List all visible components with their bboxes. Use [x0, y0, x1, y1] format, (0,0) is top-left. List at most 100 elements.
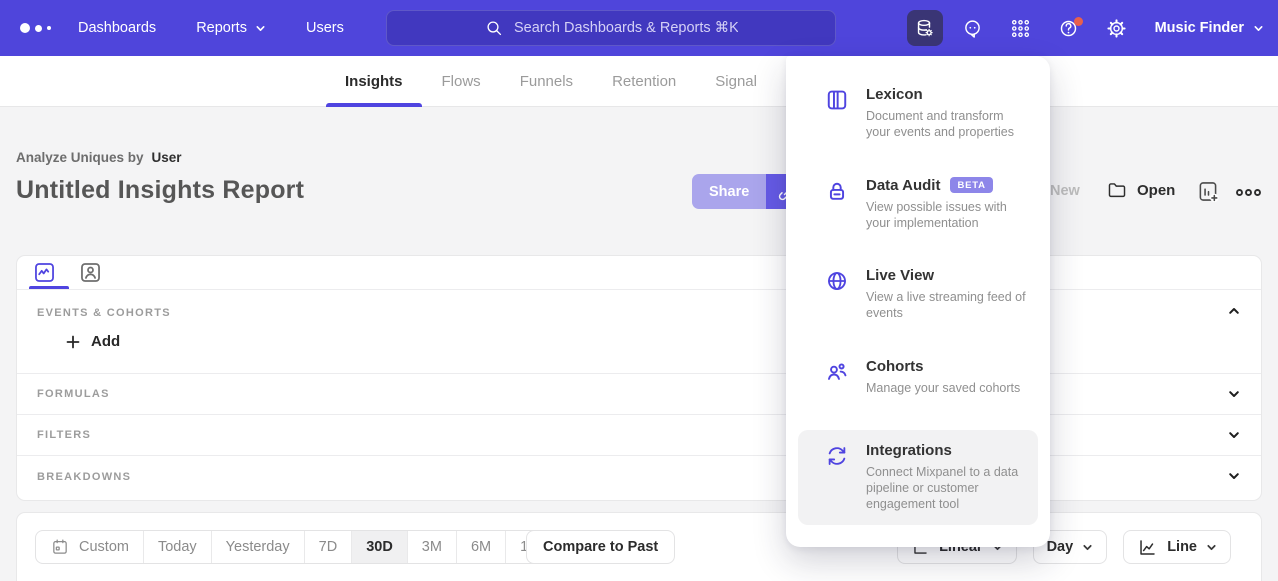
range-3m[interactable]: 3M [407, 531, 456, 563]
chevron-down-icon [1227, 469, 1241, 483]
page-title[interactable]: Untitled Insights Report [16, 176, 304, 205]
section-label: EVENTS & COHORTS [37, 307, 171, 319]
menu-item-title: Cohorts [866, 358, 924, 375]
feedback-button[interactable] [955, 10, 991, 46]
chevron-down-icon [1082, 542, 1093, 553]
nav-link-label: Dashboards [78, 20, 156, 36]
add-event-button[interactable]: Add [65, 333, 120, 350]
analyze-line: Analyze Uniques by User [16, 150, 182, 165]
chevron-down-icon [255, 23, 266, 34]
range-30d[interactable]: 30D [351, 531, 407, 563]
menu-item-cohorts[interactable]: Cohorts Manage your saved cohorts [798, 346, 1038, 408]
tab-signal[interactable]: Signal [715, 56, 757, 107]
globe-icon [824, 268, 850, 294]
menu-item-live-view[interactable]: Live View View a live streaming feed of … [798, 255, 1038, 334]
collapse-section-button[interactable] [1227, 304, 1241, 318]
sync-arrows-icon [824, 443, 850, 469]
ellipsis-icon [1235, 186, 1262, 199]
expand-section-button[interactable] [1227, 387, 1241, 401]
add-label: Add [91, 333, 120, 350]
report-tab-bar: Insights Flows Funnels Retention Signal … [0, 56, 1278, 107]
folder-icon [1106, 179, 1128, 201]
section-breakdowns[interactable]: BREAKDOWNS [17, 456, 1261, 497]
chevron-down-icon [1227, 428, 1241, 442]
compare-label: Compare to Past [543, 539, 658, 555]
tab-metrics-view[interactable] [31, 260, 57, 286]
line-chart-icon [1137, 537, 1158, 558]
nav-link-dashboards[interactable]: Dashboards [78, 20, 156, 36]
query-builder-panel: EVENTS & COHORTS Add FORMULAS [16, 255, 1262, 501]
query-mode-tabs [17, 256, 1261, 290]
project-name: Music Finder [1155, 20, 1244, 36]
top-nav-actions: Music Finder [907, 0, 1264, 56]
chevron-down-icon [1253, 23, 1264, 34]
open-button[interactable]: Open [1106, 179, 1175, 201]
menu-item-title: Lexicon [866, 86, 923, 103]
grid-dots-icon [1009, 17, 1032, 40]
global-search[interactable] [386, 10, 836, 46]
expand-section-button[interactable] [1227, 428, 1241, 442]
range-yesterday[interactable]: Yesterday [211, 531, 304, 563]
notification-dot [1074, 17, 1083, 26]
section-label: BREAKDOWNS [37, 471, 131, 483]
menu-item-description: Document and transform your events and p… [866, 108, 1028, 141]
share-label[interactable]: Share [692, 174, 766, 209]
range-label: 7D [319, 539, 338, 555]
menu-item-description: View a live streaming feed of events [866, 289, 1028, 322]
menu-item-lexicon[interactable]: Lexicon Document and transform your even… [798, 74, 1038, 153]
calendar-icon [50, 537, 70, 557]
menu-item-integrations[interactable]: Integrations Connect Mixpanel to a data … [798, 430, 1038, 525]
range-label: 30D [366, 539, 393, 555]
tab-label: Funnels [520, 73, 573, 90]
menu-item-description: View possible issues with your implement… [866, 199, 1028, 232]
chevron-up-icon [1227, 304, 1241, 318]
chevron-down-icon [1206, 542, 1217, 553]
menu-item-title: Data Audit [866, 177, 940, 194]
search-icon [484, 18, 505, 39]
user-profile-icon [78, 260, 103, 285]
cohorts-people-icon [824, 359, 850, 385]
range-today[interactable]: Today [143, 531, 211, 563]
tab-insights[interactable]: Insights [345, 56, 403, 107]
section-formulas[interactable]: FORMULAS [17, 374, 1261, 415]
lexicon-book-icon [824, 87, 850, 113]
database-gear-icon [913, 17, 936, 40]
range-label: Custom [79, 539, 129, 555]
more-options-button[interactable] [1235, 186, 1262, 199]
chart-type-selector[interactable]: Line [1123, 530, 1231, 564]
add-chart-icon [1196, 179, 1221, 204]
tab-label: Signal [715, 73, 757, 90]
project-selector[interactable]: Music Finder [1155, 20, 1264, 36]
range-6m[interactable]: 6M [456, 531, 505, 563]
speech-bubble-icon [961, 17, 984, 40]
tab-funnels[interactable]: Funnels [520, 56, 573, 107]
plus-icon [65, 334, 81, 350]
mixpanel-logo-icon[interactable] [20, 23, 64, 33]
nav-link-reports[interactable]: Reports [196, 20, 266, 36]
chevron-down-icon [1227, 387, 1241, 401]
tab-profiles-view[interactable] [77, 260, 103, 286]
nav-link-label: Reports [196, 20, 247, 36]
expand-section-button[interactable] [1227, 469, 1241, 483]
menu-item-description: Manage your saved cohorts [866, 380, 1020, 396]
range-7d[interactable]: 7D [304, 531, 352, 563]
app-window: Dashboards Reports Users [0, 0, 1278, 581]
nav-link-users[interactable]: Users [306, 20, 344, 36]
section-filters[interactable]: FILTERS [17, 415, 1261, 456]
menu-item-data-audit[interactable]: Data Audit BETA View possible issues wit… [798, 165, 1038, 244]
settings-button[interactable] [1099, 10, 1135, 46]
search-input[interactable] [514, 20, 738, 36]
compare-to-past-button[interactable]: Compare to Past [526, 530, 675, 564]
new-button[interactable]: New [1050, 183, 1080, 199]
analyze-entity[interactable]: User [152, 150, 182, 165]
tab-retention[interactable]: Retention [612, 56, 676, 107]
help-button[interactable] [1051, 10, 1087, 46]
range-custom[interactable]: Custom [36, 531, 143, 563]
apps-grid-button[interactable] [1003, 10, 1039, 46]
section-label: FILTERS [37, 429, 91, 441]
data-management-button[interactable] [907, 10, 943, 46]
tab-flows[interactable]: Flows [442, 56, 481, 107]
nav-link-label: Users [306, 20, 344, 36]
add-to-dashboard-button[interactable] [1196, 179, 1221, 204]
section-label: FORMULAS [37, 388, 110, 400]
